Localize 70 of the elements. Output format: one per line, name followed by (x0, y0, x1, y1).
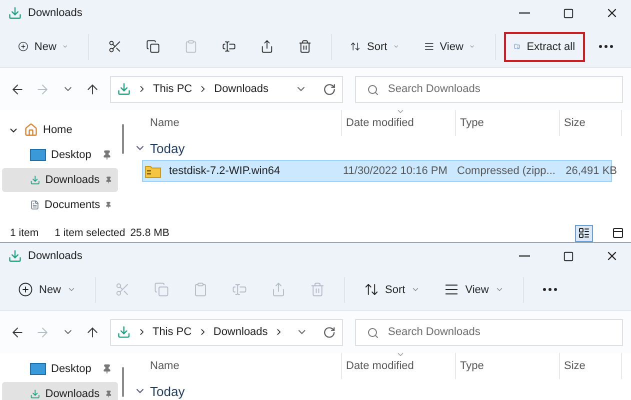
column-header[interactable]: Name (146, 353, 342, 379)
sort-button[interactable]: Sort (354, 274, 430, 304)
details-view-button[interactable] (575, 224, 593, 242)
desktop-icon (30, 149, 46, 161)
sidebar-item[interactable]: Desktop (2, 143, 118, 167)
sidebar-item[interactable]: Downloads (2, 382, 118, 400)
group-header[interactable]: Today (132, 136, 631, 160)
column-header[interactable]: Size (560, 353, 622, 379)
window-title: Downloads (28, 250, 84, 262)
refresh-icon[interactable] (323, 82, 336, 96)
download-icon (8, 6, 22, 20)
arrow-icon (35, 82, 50, 96)
scrollbar-thumb[interactable] (122, 367, 124, 397)
column-header[interactable]: Name (146, 110, 342, 136)
zip-folder-icon (145, 164, 161, 178)
breadcrumb[interactable]: This PC (152, 326, 192, 338)
minimize-icon (518, 255, 530, 257)
minimize-icon (518, 12, 530, 14)
download-icon (30, 387, 40, 400)
selection-count: 1 item selected (54, 227, 126, 239)
search-field[interactable]: Search Downloads (355, 76, 623, 102)
address-bar[interactable]: This PC Downloads (110, 318, 343, 346)
sort-caret-icon (396, 353, 406, 359)
close-icon (605, 6, 619, 20)
sidebar-item[interactable]: Desktop (2, 357, 118, 381)
address-bar[interactable]: This PC Downloads (110, 76, 343, 102)
sidebar-item[interactable]: Documents (2, 193, 118, 217)
scrollbar-thumb[interactable] (122, 124, 124, 154)
download-icon (30, 173, 40, 187)
breadcrumb[interactable]: This PC (153, 83, 192, 95)
search-icon (367, 326, 379, 338)
breadcrumb[interactable]: Downloads (213, 326, 268, 338)
column-header[interactable]: Type (456, 110, 560, 136)
maximize-icon (562, 250, 574, 262)
item-count: 1 item (10, 227, 39, 239)
file-name: testdisk-7.2-WIP.win64 (168, 165, 280, 177)
group-header[interactable]: Today (132, 379, 631, 400)
download-icon (117, 82, 131, 96)
download-icon (117, 325, 131, 339)
search-icon (367, 84, 379, 96)
file-type: Compressed (zipp... (456, 165, 556, 177)
window-icon (612, 227, 624, 239)
column-header[interactable]: Type (456, 353, 560, 379)
download-icon (8, 249, 22, 263)
view-button[interactable]: View (414, 32, 486, 62)
desktop-icon (30, 363, 46, 375)
search-field[interactable]: Search Downloads (355, 318, 623, 346)
sidebar-item[interactable]: Downloads (2, 168, 118, 192)
column-header[interactable]: Size (560, 110, 622, 136)
list-icon (578, 227, 590, 239)
extract-all-button[interactable]: Extract all (504, 32, 586, 62)
sort-button[interactable]: Sort (340, 32, 410, 62)
view-button[interactable]: View (434, 274, 514, 304)
refresh-icon[interactable] (323, 326, 336, 338)
file-size: 26,491 KB (564, 165, 618, 177)
home-icon (24, 123, 38, 137)
document-icon (30, 198, 40, 212)
file-date: 11/30/2022 10:16 PM (342, 165, 448, 177)
arrow-icon (35, 324, 50, 340)
breadcrumb[interactable]: Downloads (214, 83, 269, 95)
column-header[interactable]: Date modified (342, 110, 456, 136)
sidebar-item[interactable]: Home (2, 118, 118, 142)
new-button[interactable]: New (8, 274, 86, 304)
column-header[interactable]: Date modified (342, 353, 456, 379)
sort-caret-icon (396, 110, 406, 116)
new-button[interactable]: New (8, 32, 79, 62)
close-icon (605, 249, 619, 263)
window-title: Downloads (28, 7, 84, 19)
maximize-icon (562, 8, 574, 18)
selection-size: 25.8 MB (130, 227, 170, 239)
